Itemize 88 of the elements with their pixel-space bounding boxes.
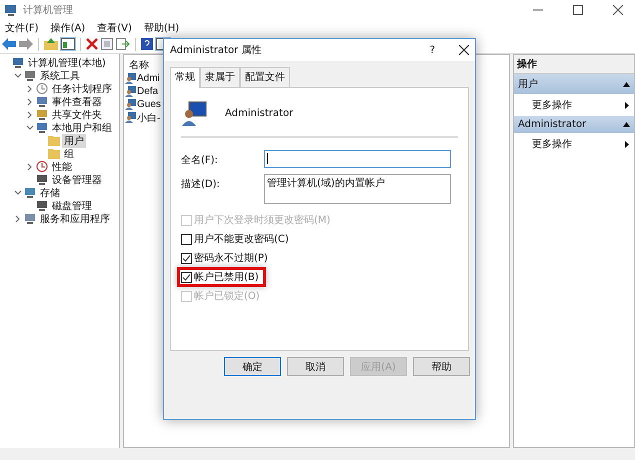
window-title: 计算机管理: [23, 4, 73, 17]
tree-item[interactable]: 事件查看器: [50, 94, 104, 108]
forward-arrow-icon[interactable]: [19, 38, 33, 50]
expander-icon[interactable]: [14, 72, 22, 80]
node-icon: [36, 174, 48, 185]
help-icon[interactable]: [141, 38, 153, 50]
computer-icon: [4, 3, 18, 17]
expander-icon[interactable]: [14, 188, 22, 196]
tree-item[interactable]: 设备管理器: [50, 172, 104, 186]
field-label: 全名(F):: [181, 154, 219, 168]
user-icon: [125, 73, 136, 84]
user-icon: [125, 112, 136, 123]
actions-header: 操作: [514, 55, 634, 74]
tree-item[interactable]: 组: [62, 146, 76, 160]
node-icon: [24, 187, 36, 198]
expander-icon[interactable]: [26, 84, 34, 92]
node-icon: [24, 213, 36, 224]
tree-item[interactable]: 磁盘管理: [50, 198, 94, 212]
menu-item[interactable]: 帮助(H): [144, 20, 180, 34]
full-name-field[interactable]: [264, 150, 451, 168]
node-icon: [36, 83, 48, 94]
delete-icon[interactable]: [86, 38, 98, 50]
dialog-title: Administrator 属性: [170, 44, 262, 57]
expander-icon[interactable]: [26, 98, 34, 106]
close-icon[interactable]: [613, 5, 623, 15]
checkbox[interactable]: [181, 252, 192, 264]
user-name: Administrator: [225, 108, 294, 118]
list-item[interactable]: Defa: [137, 86, 158, 97]
node-icon: [36, 96, 48, 107]
tree-item[interactable]: 共享文件夹: [50, 108, 104, 122]
dialog-button[interactable]: 取消: [287, 357, 344, 376]
tab[interactable]: 配置文件: [240, 67, 290, 87]
user-icon: [125, 86, 136, 97]
user-icon: [181, 100, 207, 126]
tree-item[interactable]: 任务计划程序: [50, 82, 114, 96]
submenu-arrow-icon: [625, 102, 629, 108]
expander-icon[interactable]: [26, 162, 34, 170]
collapse-icon[interactable]: [623, 82, 630, 86]
export-icon[interactable]: [116, 38, 130, 50]
menu-item[interactable]: 文件(F): [5, 20, 39, 34]
field-label: 描述(D):: [181, 178, 221, 192]
properties-icon[interactable]: [101, 38, 113, 50]
folder-up-icon[interactable]: [44, 38, 58, 50]
node-icon: [12, 57, 24, 68]
menu-item[interactable]: 操作(A): [50, 20, 86, 34]
back-arrow-icon[interactable]: [2, 38, 16, 50]
close-icon[interactable]: [459, 45, 469, 55]
tree-item[interactable]: 系统工具: [38, 68, 82, 82]
tree-item[interactable]: 性能: [50, 160, 74, 174]
submenu-arrow-icon: [625, 140, 629, 148]
tree-item[interactable]: 存储: [38, 186, 62, 200]
section-header[interactable]: Administrator: [514, 116, 634, 133]
action-link[interactable]: 更多操作: [532, 137, 572, 151]
checkbox[interactable]: [181, 272, 192, 282]
node-icon: [36, 161, 48, 172]
checkbox-label[interactable]: 用户不能更改密码(C): [194, 232, 289, 246]
menu-item[interactable]: 查看(V): [97, 20, 132, 34]
help-button[interactable]: ?: [430, 44, 435, 56]
list-item[interactable]: 小白-: [137, 110, 160, 124]
maximize-icon[interactable]: [573, 5, 583, 15]
node-icon: [36, 200, 48, 211]
list-item[interactable]: Admi: [137, 73, 160, 84]
checkbox-label[interactable]: 密码永不过期(P): [194, 251, 268, 265]
folder-icon: [48, 148, 60, 159]
user-icon: [125, 99, 136, 110]
expander-icon[interactable]: [26, 124, 34, 132]
checkbox[interactable]: [181, 234, 192, 244]
expander-icon[interactable]: [26, 110, 34, 118]
dialog-button[interactable]: 确定: [224, 357, 281, 376]
node-icon: [36, 109, 48, 120]
node-icon: [36, 122, 48, 133]
node-icon: [24, 70, 36, 81]
section-header[interactable]: 用户: [514, 74, 634, 94]
checkbox-label[interactable]: 帐户已禁用(B): [194, 270, 259, 284]
tree-item[interactable]: 本地用户和组: [50, 120, 114, 134]
tree-item[interactable]: 计算机管理(本地): [26, 56, 108, 70]
collapse-icon[interactable]: [623, 122, 630, 127]
tree-item[interactable]: 用户: [62, 134, 86, 148]
action-link[interactable]: 更多操作: [532, 98, 572, 112]
tab[interactable]: 隶属于: [200, 67, 240, 87]
tree-item[interactable]: 服务和应用程序: [38, 212, 112, 226]
list-item[interactable]: Gues: [137, 99, 161, 110]
tab[interactable]: 常规: [170, 67, 200, 88]
expander-icon[interactable]: [14, 214, 22, 222]
dialog-button[interactable]: 帮助: [413, 357, 470, 376]
folder-icon: [48, 135, 60, 146]
pane-icon[interactable]: [61, 38, 75, 50]
description-field[interactable]: 管理计算机(域)的内置帐户: [264, 174, 451, 204]
